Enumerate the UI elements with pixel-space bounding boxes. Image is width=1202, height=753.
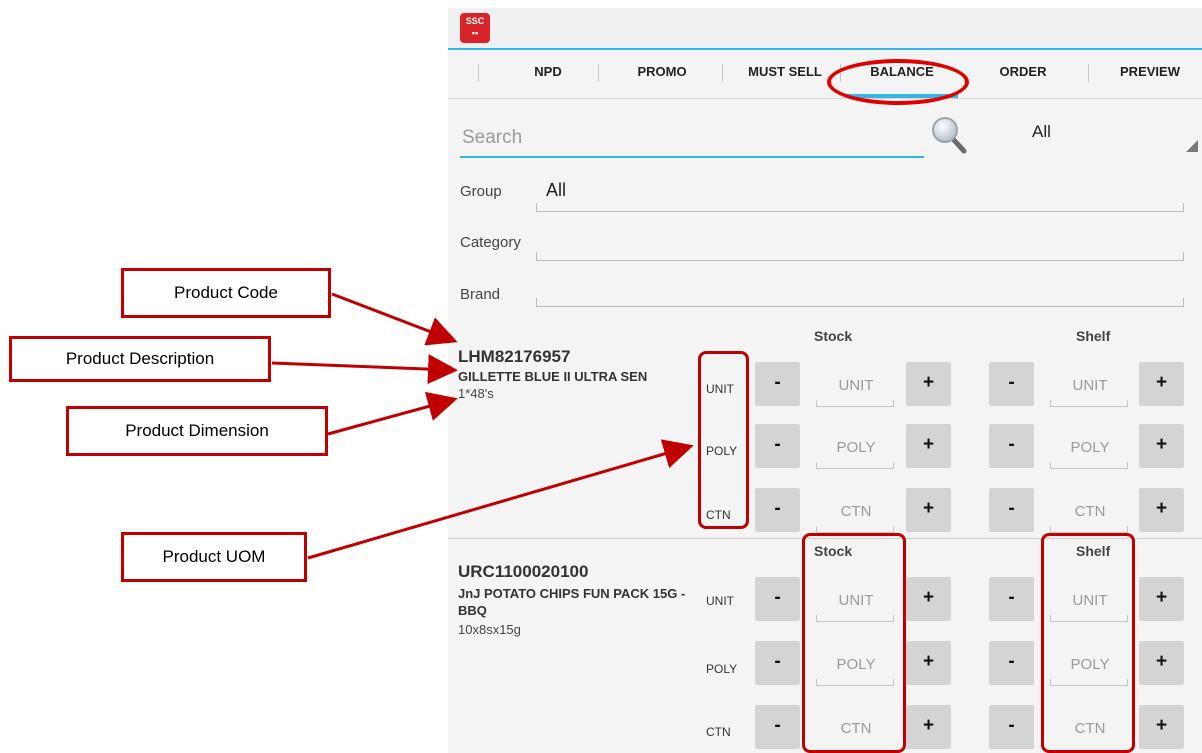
annotation-product-description: Product Description — [9, 336, 271, 382]
annotation-product-uom: Product UOM — [121, 532, 307, 582]
arrow-product-dimension — [327, 391, 458, 436]
annotation-product-dimension: Product Dimension — [66, 406, 328, 456]
annotation-text: Product Description — [65, 349, 215, 368]
annotation-product-code: Product Code — [121, 268, 331, 318]
annotation-text: Product Dimension — [125, 421, 269, 440]
arrow-product-description — [271, 354, 458, 385]
arrow-product-code — [331, 292, 458, 346]
arrow-product-uom — [307, 439, 694, 560]
annotation-text: Product Code — [174, 283, 278, 302]
annotation-text: Product UOM — [162, 547, 266, 566]
